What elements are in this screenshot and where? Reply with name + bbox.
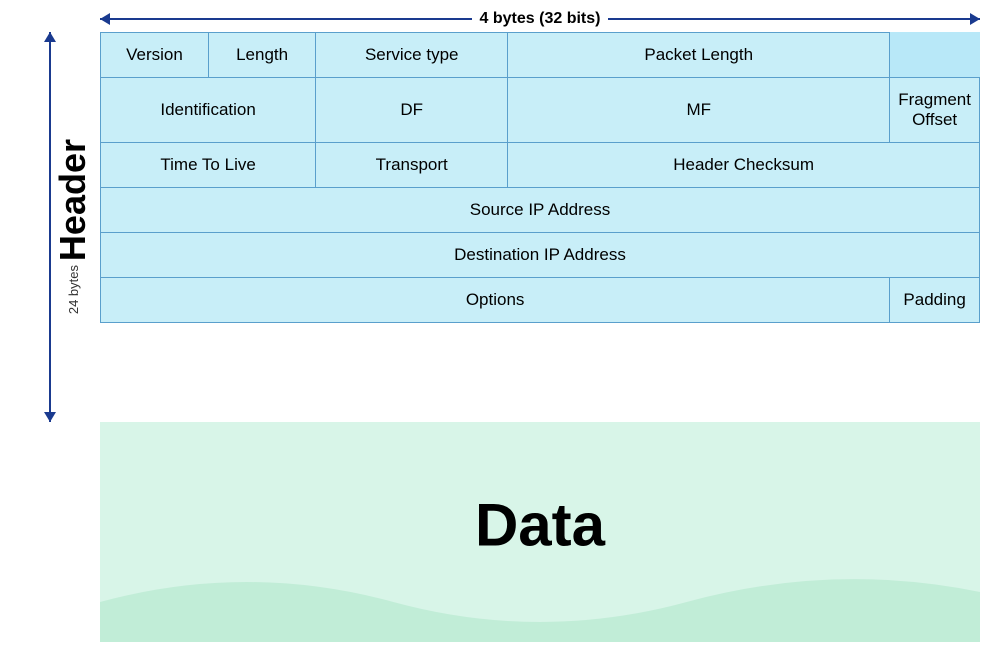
- side-labels: Header 24 bytes: [55, 139, 91, 314]
- cell-length: Length: [208, 33, 315, 78]
- main-content: Header 24 bytes Version Length Service t…: [40, 32, 980, 422]
- ip-header-table: Version Length Service type Packet Lengt…: [100, 32, 980, 323]
- cell-header-checksum: Header Checksum: [508, 143, 980, 188]
- arrow-right: [608, 18, 980, 20]
- vertical-line-container: [49, 32, 51, 422]
- table-row: Source IP Address: [101, 188, 980, 233]
- wave-decoration: [100, 562, 980, 642]
- table-row: Time To Live Transport Header Checksum: [101, 143, 980, 188]
- left-arrow-wrapper: Header 24 bytes: [49, 32, 91, 422]
- top-arrow-line: 4 bytes (32 bits): [100, 10, 980, 28]
- top-arrow-row: 4 bytes (32 bits): [100, 10, 980, 28]
- cell-version: Version: [101, 33, 209, 78]
- cell-options: Options: [101, 278, 890, 323]
- table-row: Options Padding: [101, 278, 980, 323]
- table-row: Version Length Service type Packet Lengt…: [101, 33, 980, 78]
- cell-dest-ip: Destination IP Address: [101, 233, 980, 278]
- data-section: Data: [100, 422, 980, 642]
- vert-arrow-bottom: [49, 227, 51, 422]
- cell-packet-length: Packet Length: [508, 33, 890, 78]
- cell-ttl: Time To Live: [101, 143, 316, 188]
- cell-service-type: Service type: [316, 33, 508, 78]
- left-arrow-col: Header 24 bytes: [40, 32, 100, 422]
- top-label: 4 bytes (32 bits): [472, 10, 609, 28]
- cell-transport: Transport: [316, 143, 508, 188]
- data-label: Data: [475, 491, 605, 560]
- cell-identification: Identification: [101, 78, 316, 143]
- diagram-container: 4 bytes (32 bits) Header 24 bytes: [40, 10, 980, 651]
- table-row: Identification DF MF Fragment Offset: [101, 78, 980, 143]
- cell-df: DF: [316, 78, 508, 143]
- cell-mf: MF: [508, 78, 890, 143]
- cell-source-ip: Source IP Address: [101, 188, 980, 233]
- bytes-label: 24 bytes: [66, 265, 81, 314]
- table-row: Destination IP Address: [101, 233, 980, 278]
- vert-arrow-top: [49, 32, 51, 227]
- cell-padding: Padding: [890, 278, 980, 323]
- data-section-inner: Data: [100, 422, 980, 642]
- table-area: Version Length Service type Packet Lengt…: [100, 32, 980, 422]
- arrow-left: [100, 18, 472, 20]
- header-label: Header: [55, 139, 91, 261]
- cell-fragment-offset: Fragment Offset: [890, 78, 980, 143]
